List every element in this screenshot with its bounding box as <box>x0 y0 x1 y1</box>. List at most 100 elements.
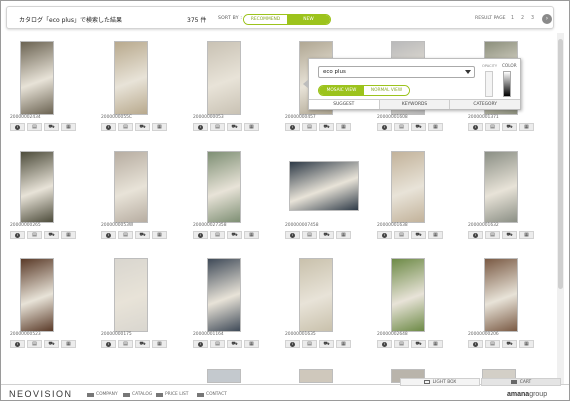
lightbox-icon[interactable]: ▤ <box>210 340 225 348</box>
next-page-icon[interactable]: › <box>542 14 552 24</box>
info-icon[interactable]: i <box>468 340 483 348</box>
footer-link-contact[interactable]: CONTACT <box>197 392 227 397</box>
image-item[interactable]: 20000001638 i ▤ ⛟ ▦ <box>377 149 445 239</box>
lightbox-icon[interactable]: ▤ <box>302 231 317 239</box>
lightbox-icon[interactable]: ▤ <box>118 340 133 348</box>
image-item[interactable]: 20000001632 i ▤ ⛟ ▦ <box>468 149 536 239</box>
image-item[interactable]: 2000000055C i ▤ ⛟ ▦ <box>101 41 169 131</box>
image-item[interactable]: 20000002648 i ▤ ⛟ ▦ <box>377 258 445 348</box>
scrollbar-thumb[interactable] <box>558 39 563 289</box>
footer-link-company[interactable]: COMPANY <box>87 392 118 397</box>
compare-icon[interactable]: ▦ <box>244 340 259 348</box>
image-thumbnail[interactable] <box>20 258 54 332</box>
lightbox-icon[interactable]: ▤ <box>27 340 42 348</box>
image-item[interactable]: 20000002434 i ▤ ⛟ ▦ <box>10 41 78 131</box>
cart-icon[interactable]: ⛟ <box>44 340 59 348</box>
info-icon[interactable]: i <box>193 340 208 348</box>
normal-view-button[interactable]: NORMAL VIEW <box>364 86 409 95</box>
catalog-select[interactable]: eco plus <box>318 66 475 78</box>
cart-icon[interactable]: ⛟ <box>44 123 59 131</box>
lightbox-icon[interactable]: ▤ <box>210 123 225 131</box>
image-thumbnail[interactable] <box>114 41 148 115</box>
compare-icon[interactable]: ▦ <box>244 231 259 239</box>
footer-link-price-list[interactable]: PRICE LIST <box>156 392 188 397</box>
cart-icon[interactable]: ⛟ <box>44 231 59 239</box>
cart-icon[interactable]: ⛟ <box>135 340 150 348</box>
cart-icon[interactable]: ⛟ <box>227 340 242 348</box>
info-icon[interactable]: i <box>101 231 116 239</box>
lightbox-icon[interactable]: ▤ <box>118 231 133 239</box>
compare-icon[interactable]: ▦ <box>428 340 443 348</box>
cart-icon[interactable]: ⛟ <box>319 340 334 348</box>
image-thumbnail[interactable] <box>289 161 359 211</box>
compare-icon[interactable]: ▦ <box>519 231 534 239</box>
amana-group-logo[interactable]: amanagroup <box>507 391 547 398</box>
image-thumbnail[interactable] <box>20 151 54 223</box>
neovision-logo[interactable]: NEOVISION <box>9 389 73 399</box>
image-thumbnail[interactable] <box>207 151 241 223</box>
image-item[interactable]: 20000000523 i ▤ ⛟ ▦ <box>10 258 78 348</box>
lightbox-icon[interactable]: ▤ <box>27 123 42 131</box>
image-thumbnail-partial[interactable] <box>207 369 241 383</box>
color-slider[interactable] <box>503 71 511 97</box>
info-icon[interactable]: i <box>285 123 300 131</box>
cart-icon[interactable]: ⛟ <box>227 123 242 131</box>
cart-icon[interactable]: ⛟ <box>319 123 334 131</box>
image-thumbnail[interactable] <box>207 258 241 332</box>
image-thumbnail[interactable] <box>391 151 425 223</box>
image-item[interactable]: 20000001164 i ▤ ⛟ ▦ <box>193 258 261 348</box>
cart-icon[interactable]: ⛟ <box>135 123 150 131</box>
info-icon[interactable]: i <box>10 340 25 348</box>
mosaic-view-button[interactable]: MOSAIC VIEW <box>319 86 364 95</box>
cart-icon[interactable]: ⛟ <box>411 123 426 131</box>
image-item[interactable]: 20000001635 i ▤ ⛟ ▦ <box>285 258 353 348</box>
cart-icon[interactable]: ⛟ <box>502 231 517 239</box>
image-thumbnail[interactable] <box>484 258 518 332</box>
lightbox-icon[interactable]: ▤ <box>394 340 409 348</box>
info-icon[interactable]: i <box>101 123 116 131</box>
page-link-2[interactable]: 2 <box>521 16 524 21</box>
compare-icon[interactable]: ▦ <box>244 123 259 131</box>
footer-link-catalog[interactable]: CATALOG <box>123 392 152 397</box>
compare-icon[interactable]: ▦ <box>428 231 443 239</box>
cart-icon[interactable]: ⛟ <box>319 231 334 239</box>
info-icon[interactable]: i <box>285 340 300 348</box>
image-thumbnail[interactable] <box>299 258 333 332</box>
image-item[interactable]: 200000027358 i ▤ ⛟ ▦ <box>193 149 261 239</box>
page-link-1[interactable]: 1 <box>511 16 514 21</box>
sort-new-button[interactable]: NEW <box>287 15 330 24</box>
image-item[interactable]: 20000000175 i ▤ ⛟ ▦ <box>101 258 169 348</box>
image-item[interactable]: 200000007458 i ▤ ⛟ ▦ <box>285 149 359 239</box>
cart-icon[interactable]: ⛟ <box>502 340 517 348</box>
compare-icon[interactable]: ▦ <box>61 340 76 348</box>
info-icon[interactable]: i <box>468 123 483 131</box>
lightbox-icon[interactable]: ▤ <box>485 231 500 239</box>
info-icon[interactable]: i <box>193 231 208 239</box>
lightbox-button[interactable]: LIGHT BOX <box>400 378 480 386</box>
info-icon[interactable]: i <box>193 123 208 131</box>
lightbox-icon[interactable]: ▤ <box>394 231 409 239</box>
compare-icon[interactable]: ▦ <box>519 340 534 348</box>
cart-button[interactable]: CART <box>481 378 561 386</box>
compare-icon[interactable]: ▦ <box>61 123 76 131</box>
info-icon[interactable]: i <box>468 231 483 239</box>
image-thumbnail[interactable] <box>114 151 148 223</box>
image-item[interactable]: 20000000053 i ▤ ⛟ ▦ <box>193 41 261 131</box>
cart-icon[interactable]: ⛟ <box>135 231 150 239</box>
image-thumbnail[interactable] <box>114 258 148 332</box>
info-icon[interactable]: i <box>377 340 392 348</box>
image-thumbnail[interactable] <box>207 41 241 115</box>
compare-icon[interactable]: ▦ <box>428 123 443 131</box>
lightbox-icon[interactable]: ▤ <box>302 340 317 348</box>
opacity-slider[interactable] <box>485 71 493 97</box>
lightbox-icon[interactable]: ▤ <box>27 231 42 239</box>
image-thumbnail[interactable] <box>484 151 518 223</box>
lightbox-icon[interactable]: ▤ <box>394 123 409 131</box>
info-icon[interactable]: i <box>377 231 392 239</box>
image-item[interactable]: 20000000265 i ▤ ⛟ ▦ <box>10 149 78 239</box>
lightbox-icon[interactable]: ▤ <box>118 123 133 131</box>
compare-icon[interactable]: ▦ <box>336 123 351 131</box>
image-thumbnail[interactable] <box>391 258 425 332</box>
image-item[interactable]: 20000000206 i ▤ ⛟ ▦ <box>468 258 536 348</box>
info-icon[interactable]: i <box>10 231 25 239</box>
